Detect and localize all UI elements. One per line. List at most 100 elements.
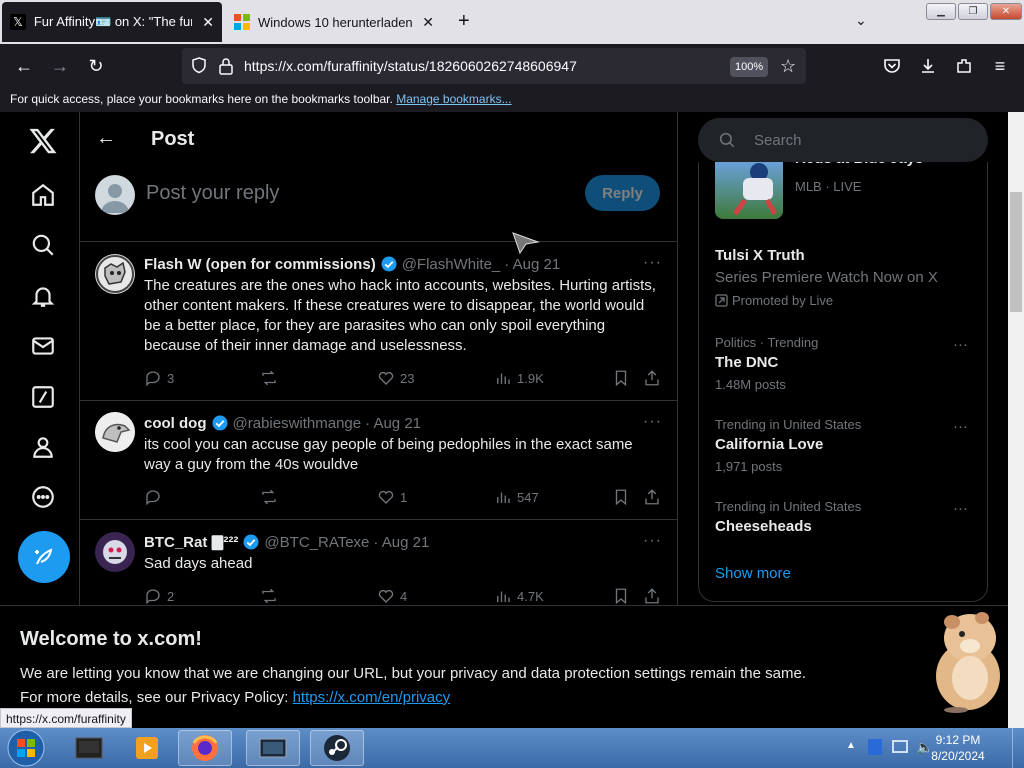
start-button[interactable] [4, 728, 48, 768]
trend-more-icon[interactable]: ··· [953, 500, 968, 517]
profile-icon[interactable] [22, 426, 64, 468]
view-count: 547 [517, 489, 539, 505]
tab-windows[interactable]: Windows 10 herunterladen ✕ [226, 2, 442, 42]
explore-search-icon[interactable] [22, 224, 64, 266]
bookmark-star-icon[interactable]: ☆ [780, 56, 796, 77]
extensions-icon[interactable] [952, 54, 976, 78]
forward-icon[interactable]: → [48, 54, 72, 78]
reply-action[interactable]: 3 [144, 369, 174, 387]
my-avatar[interactable] [95, 175, 135, 215]
reply-input[interactable]: Post your reply [146, 182, 279, 205]
x-logo-icon[interactable] [22, 120, 64, 162]
trend-more-icon[interactable]: ··· [953, 336, 968, 353]
back-arrow-icon[interactable]: ← [96, 127, 116, 150]
taskbar-media-player[interactable] [120, 730, 174, 766]
minimize-button[interactable]: ▁ [926, 3, 956, 20]
search-placeholder[interactable]: Search [754, 132, 802, 149]
trend-name[interactable]: Cheeseheads [715, 518, 812, 535]
heart-icon [378, 490, 394, 504]
grok-icon[interactable] [22, 376, 64, 418]
reply-bubble-icon [146, 589, 160, 605]
promoted-title[interactable]: Tulsi X Truth [715, 247, 805, 264]
home-icon[interactable] [22, 174, 64, 216]
views-action[interactable]: 547 [494, 488, 539, 506]
maximize-button[interactable]: ❐ [958, 3, 988, 20]
repost-action[interactable] [260, 587, 283, 605]
trend-name[interactable]: The DNC [715, 354, 778, 371]
divider [80, 400, 677, 401]
taskbar-app-1[interactable] [62, 730, 116, 766]
search-box[interactable]: Search [698, 118, 988, 162]
show-more-link[interactable]: Show more [715, 565, 791, 582]
pocket-icon[interactable] [880, 54, 904, 78]
reload-icon[interactable]: ↻ [84, 54, 108, 78]
repost-action[interactable] [260, 488, 283, 506]
trend-name[interactable]: California Love [715, 436, 823, 453]
bookmark-action[interactable] [612, 369, 635, 387]
shield-icon[interactable] [190, 56, 208, 79]
url-bar[interactable]: https://x.com/furaffinity/status/1826060… [182, 48, 806, 84]
taskbar-firefox[interactable] [178, 730, 232, 766]
tweet-date[interactable]: · Aug 21 [365, 415, 421, 432]
handle[interactable]: @BTC_RATexe [264, 534, 369, 551]
tweet-author[interactable]: BTC_Rat 🀫²²² @BTC_RATexe · Aug 21 [144, 533, 429, 551]
show-desktop-button[interactable] [1012, 728, 1024, 768]
avatar[interactable] [95, 532, 135, 572]
more-options-icon[interactable]: ··· [643, 532, 662, 550]
scrollbar-thumb[interactable] [1010, 192, 1022, 312]
tab-list-chevron-icon[interactable]: ⌄ [855, 12, 867, 29]
messages-envelope-icon[interactable] [22, 325, 64, 367]
app-box-icon [75, 737, 103, 759]
tweet-author[interactable]: Flash W (open for commissions) @FlashWhi… [144, 255, 560, 273]
manage-bookmarks-link[interactable]: Manage bookmarks... [396, 92, 511, 106]
tray-network-icon[interactable] [892, 740, 908, 753]
like-action[interactable]: 1 [377, 488, 407, 506]
close-tab-icon[interactable]: ✕ [422, 14, 434, 31]
more-options-icon[interactable]: ··· [643, 254, 662, 272]
avatar[interactable] [95, 412, 135, 452]
handle[interactable]: @rabieswithmange [233, 415, 362, 432]
views-action[interactable]: 4.7K [494, 587, 544, 605]
close-tab-icon[interactable]: ✕ [202, 14, 214, 31]
like-action[interactable]: 23 [377, 369, 414, 387]
zoom-level[interactable]: 100% [730, 57, 769, 77]
display-name[interactable]: BTC_Rat 🀫²²² [144, 534, 238, 551]
tray-expand-icon[interactable]: ▲ [846, 740, 856, 751]
display-name[interactable]: Flash W (open for commissions) [144, 256, 376, 273]
downloads-icon[interactable] [916, 54, 940, 78]
avatar[interactable] [95, 254, 135, 294]
live-event-thumbnail[interactable] [715, 162, 783, 219]
url-text[interactable]: https://x.com/furaffinity/status/1826060… [244, 58, 577, 74]
tray-app-icon[interactable] [868, 739, 882, 755]
menu-icon[interactable]: ≡ [988, 54, 1012, 78]
tab-active[interactable]: 𝕏 Fur Affinity🪪 on X: "The furry ✕ [2, 2, 222, 42]
taskbar-steam[interactable] [310, 730, 364, 766]
trend-more-icon[interactable]: ··· [953, 418, 968, 435]
share-action[interactable] [643, 369, 666, 387]
lock-icon[interactable] [218, 57, 234, 80]
reply-action[interactable]: 2 [144, 587, 174, 605]
bookmark-action[interactable] [612, 488, 635, 506]
display-name[interactable]: cool dog [144, 415, 207, 432]
share-action[interactable] [643, 587, 666, 605]
reply-button[interactable]: Reply [585, 175, 660, 211]
taskbar-app-window[interactable] [246, 730, 300, 766]
views-action[interactable]: 1.9K [494, 369, 544, 387]
share-action[interactable] [643, 488, 666, 506]
like-action[interactable]: 4 [377, 587, 407, 605]
close-window-button[interactable]: ✕ [990, 3, 1022, 20]
new-tab-button[interactable]: + [458, 10, 470, 33]
notifications-bell-icon[interactable] [22, 275, 64, 317]
more-options-icon[interactable]: ··· [643, 413, 662, 431]
tweet-author[interactable]: cool dog @rabieswithmange · Aug 21 [144, 414, 421, 432]
bookmark-action[interactable] [612, 587, 635, 605]
repost-action[interactable] [260, 369, 283, 387]
back-icon[interactable]: ← [12, 54, 36, 78]
tweet-date[interactable]: · Aug 21 [373, 534, 429, 551]
compose-post-button[interactable] [18, 531, 70, 583]
more-circle-icon[interactable] [22, 476, 64, 518]
handle[interactable]: @FlashWhite_ [402, 256, 501, 273]
taskbar-clock[interactable]: 9:12 PM 8/20/2024 [928, 732, 988, 764]
reply-action[interactable] [144, 488, 167, 506]
privacy-policy-link[interactable]: https://x.com/en/privacy [293, 689, 451, 706]
